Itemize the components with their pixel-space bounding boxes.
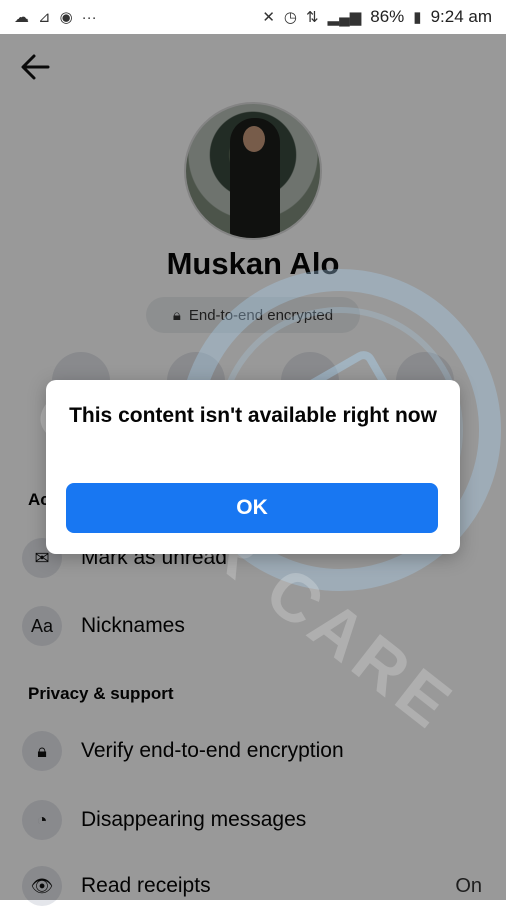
cell-signal-icon: ▂▄▆ (327, 9, 362, 26)
messenger-icon: ◉ (59, 9, 73, 26)
unavailable-content-dialog: This content isn't available right now O… (46, 380, 460, 554)
clock: 9:24 am (430, 7, 492, 26)
dialog-message: This content isn't available right now (69, 404, 437, 427)
battery-icon: ▮ (413, 9, 422, 26)
status-bar: ☁ ⊿ ◉ ··· ✕ ◷ ⇅ ▂▄▆ 86% ▮ 9:24 am (0, 0, 506, 34)
ok-button[interactable]: OK (66, 483, 438, 533)
signal-off-icon: ⊿ (38, 9, 51, 26)
mute-icon: ✕ (262, 9, 275, 26)
alarm-icon: ◷ (283, 9, 297, 26)
battery-percent: 86% (370, 7, 405, 26)
data-icon: ⇅ (305, 9, 319, 26)
cloud-icon: ☁ (14, 9, 29, 26)
more-notifications-icon: ··· (81, 8, 97, 26)
